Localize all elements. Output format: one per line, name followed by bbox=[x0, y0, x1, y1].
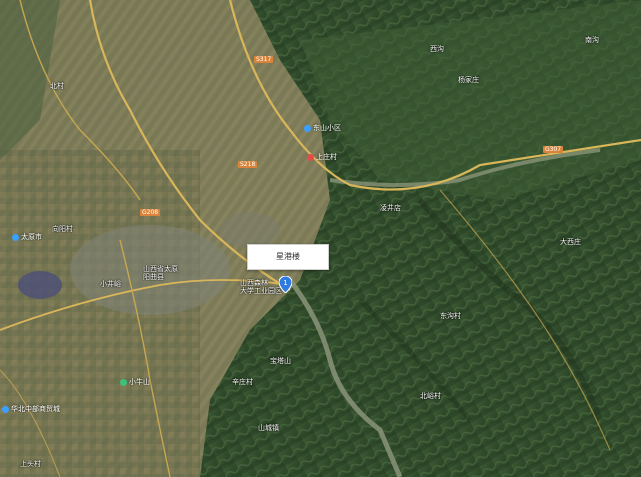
poi-hospital[interactable]: 上庄村 bbox=[307, 153, 337, 161]
hospital-icon bbox=[307, 153, 314, 161]
place-label[interactable]: 杨家庄 bbox=[458, 76, 479, 84]
place-label[interactable]: 辛庄村 bbox=[232, 378, 253, 386]
place-label[interactable]: 大西庄 bbox=[560, 238, 581, 246]
location-pin-icon bbox=[12, 233, 19, 241]
location-pin-icon bbox=[2, 405, 9, 413]
place-label[interactable]: 向阳村 bbox=[52, 225, 73, 233]
road-tag: G208 bbox=[140, 209, 161, 216]
road-tag: S218 bbox=[238, 161, 258, 168]
place-label[interactable]: 上头村 bbox=[20, 460, 41, 468]
place-label[interactable]: 山西森林 大学工业园区 bbox=[240, 279, 282, 295]
mountain-icon bbox=[120, 378, 127, 386]
poi-mountain[interactable]: 小牛山 bbox=[120, 378, 150, 386]
place-label[interactable]: 宝塔山 bbox=[270, 357, 291, 365]
satellite-terrain bbox=[0, 0, 641, 477]
satellite-map[interactable]: G208 S317 G307 S218 山西省太原 阳曲县 山西森林 大学工业园区 … bbox=[0, 0, 641, 477]
place-label[interactable]: 东沟村 bbox=[440, 312, 461, 320]
road-tag: S317 bbox=[254, 56, 274, 63]
place-label[interactable]: 西沟 bbox=[430, 45, 444, 53]
poi-community[interactable]: 东山小区 bbox=[304, 124, 341, 132]
place-label[interactable]: 山城镇 bbox=[258, 424, 279, 432]
location-pin-icon bbox=[304, 124, 311, 132]
poi-mountain[interactable]: 太原市 bbox=[12, 233, 42, 241]
location-callout[interactable]: 星港楼 bbox=[247, 244, 329, 270]
marker-number: 1 bbox=[283, 279, 287, 287]
place-label[interactable]: 小井峪 bbox=[100, 280, 121, 288]
place-label[interactable]: 山西省太原 阳曲县 bbox=[143, 265, 178, 281]
map-marker-icon[interactable]: 1 bbox=[279, 276, 292, 293]
place-label[interactable]: 凌井店 bbox=[380, 204, 401, 212]
place-label[interactable]: 北村 bbox=[50, 82, 64, 90]
road-tag: G307 bbox=[543, 146, 564, 153]
poi-commercial[interactable]: 华北中部商贸城 bbox=[2, 405, 60, 413]
place-label[interactable]: 北峪村 bbox=[420, 392, 441, 400]
place-label[interactable]: 南沟 bbox=[585, 36, 599, 44]
